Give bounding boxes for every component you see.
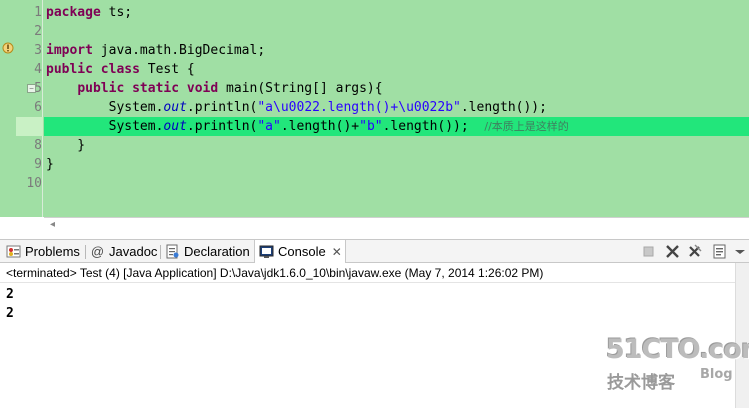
keyword: void [186, 81, 219, 96]
code-text: System. [108, 119, 164, 134]
console-output-line: 2 [6, 287, 14, 302]
close-tab-icon[interactable]: ✕ [332, 245, 342, 259]
line-number-gutter: 1 2 3 4 5 6 7 8 9 10 [16, 0, 43, 217]
code-line-4: public class Test { [46, 60, 195, 79]
code-line-1: package ts; [46, 3, 132, 22]
keyword: import [46, 43, 93, 58]
code-text: Test { [139, 62, 195, 77]
line-number: 4 [34, 62, 42, 77]
code-editor[interactable]: 1 2 3 4 5 6 7 8 9 10 − package ts; impor… [0, 0, 749, 217]
tab-label: Javadoc [109, 244, 158, 259]
keyword: public [77, 81, 125, 96]
keyword: class [100, 62, 140, 77]
line-number: 1 [34, 5, 42, 20]
string-literal: "a\u0022.length()+\u0022b" [257, 100, 461, 115]
terminate-icon[interactable] [640, 243, 657, 260]
code-line-7: System.out.println("a".length()+"b".leng… [46, 117, 569, 136]
watermark-subtitle: 技术博客 [607, 373, 675, 393]
code-line-5: public static void main(String[] args){ [46, 79, 383, 98]
console-process-label: <terminated> Test (4) [Java Application]… [0, 263, 749, 283]
remove-all-terminated-icon[interactable] [686, 243, 703, 260]
code-text: ts; [100, 5, 133, 20]
problems-icon [6, 245, 21, 258]
line-number: 3 [34, 43, 42, 58]
tab-problems[interactable]: Problems [2, 240, 84, 263]
code-text: System. [108, 100, 164, 115]
code-line-9: } [46, 157, 54, 172]
line-number: 8 [34, 138, 42, 153]
current-line-gutter-highlight [16, 117, 43, 136]
line-number: 9 [34, 157, 42, 172]
line-number: 10 [26, 176, 42, 191]
console-icon [259, 245, 274, 258]
warning-marker-icon[interactable] [1, 41, 15, 55]
tab-javadoc[interactable]: @ Javadoc [86, 240, 159, 263]
code-line-3: import java.math.BigDecimal; [46, 41, 265, 60]
code-line-6: System.out.println("a\u0022.length()+\u0… [46, 98, 547, 117]
keyword: static [132, 81, 180, 96]
static-field: out [163, 100, 187, 115]
code-text-area[interactable]: package ts; import java.math.BigDecimal;… [44, 0, 749, 217]
code-text: .println( [186, 119, 258, 134]
overview-ruler [0, 0, 16, 217]
scroll-left-arrow-icon[interactable]: ◂ [50, 219, 55, 230]
declaration-icon [166, 244, 179, 259]
scroll-lock-icon[interactable] [711, 243, 728, 260]
code-comment: //本质上是这样的 [484, 120, 569, 133]
tab-console[interactable]: Console ✕ [254, 240, 346, 263]
code-text: .println( [186, 100, 258, 115]
remove-launch-icon[interactable] [664, 243, 681, 260]
string-literal: "b" [359, 119, 383, 134]
code-text: .length()+ [280, 119, 360, 134]
watermark-logo: 51CTO.com 技术博客 Blog [604, 334, 749, 394]
horizontal-scrollbar[interactable]: ◂ [44, 217, 749, 232]
keyword: public [46, 62, 93, 77]
tab-declaration[interactable]: Declaration [161, 240, 253, 263]
watermark-brand: 51CTO.com [606, 334, 749, 365]
console-output-line: 2 [6, 306, 14, 321]
keyword: package [46, 5, 101, 20]
view-menu-icon[interactable] [733, 243, 747, 260]
tab-label: Declaration [184, 244, 250, 259]
code-line-8: } [46, 138, 86, 153]
line-number: 6 [34, 100, 42, 115]
tab-label: Problems [25, 244, 80, 259]
line-number: 2 [34, 24, 42, 39]
string-literal: "a" [257, 119, 281, 134]
code-text: .length()); [382, 119, 485, 134]
watermark-blog: Blog [700, 367, 733, 382]
code-text: java.math.BigDecimal; [92, 43, 266, 58]
static-field: out [163, 119, 187, 134]
fold-toggle-icon[interactable]: − [27, 84, 36, 93]
at-icon: @ [90, 244, 105, 259]
view-tab-bar: Problems @ Javadoc Declaration Console ✕ [0, 239, 749, 263]
code-text: .length()); [460, 100, 547, 115]
tab-label: Console [278, 244, 326, 259]
code-text: main(String[] args){ [218, 81, 383, 96]
